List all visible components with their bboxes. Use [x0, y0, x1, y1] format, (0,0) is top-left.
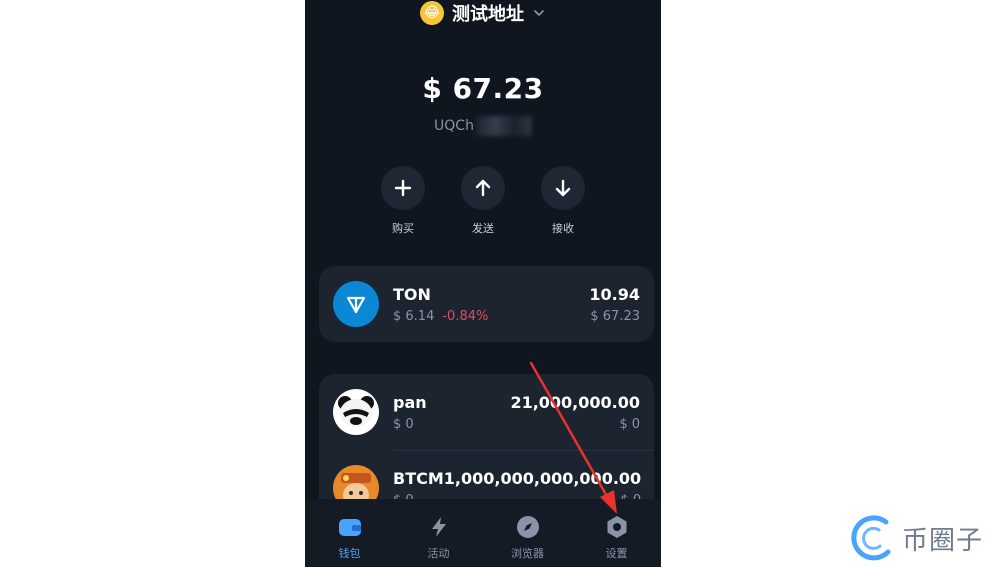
wallet-name: 测试地址: [452, 4, 524, 25]
laughing-emoji-icon: 😂: [420, 1, 444, 25]
tab-label: 钱包: [338, 547, 361, 560]
address-text: UQCh: [434, 118, 474, 134]
tab-browser[interactable]: 浏览器: [483, 499, 572, 567]
watermark: 币圈子: [848, 510, 993, 566]
asset-amount: 1,000,000,000,000.00: [443, 468, 642, 488]
arrow-up-icon: [475, 179, 491, 197]
tab-label: 活动: [427, 547, 450, 560]
receive-action: 接收: [541, 166, 585, 236]
total-balance: $ 67.23: [422, 72, 544, 105]
send-action: 发送: [461, 166, 505, 236]
receive-label: 接收: [552, 222, 574, 235]
ton-icon: [333, 281, 379, 327]
watermark-logo-icon: [851, 515, 891, 561]
plus-icon: [394, 179, 412, 197]
asset-value: $ 67.23: [590, 308, 640, 324]
buy-label: 购买: [392, 222, 414, 235]
lightning-icon: [431, 517, 446, 537]
address-redaction: [475, 116, 532, 136]
compass-icon: [516, 516, 539, 538]
asset-change: -0.84%: [442, 308, 489, 324]
buy-button[interactable]: [381, 166, 425, 210]
watermark-text: 币圈子: [902, 525, 984, 556]
tab-label: 设置: [605, 547, 628, 560]
asset-price: $ 0: [393, 416, 414, 432]
send-label: 发送: [472, 222, 494, 235]
asset-row-ton[interactable]: TON $ 6.14 -0.84% 10.94 $ 67.23: [319, 266, 654, 342]
asset-amount: 21,000,000.00: [510, 392, 640, 412]
panda-avatar: [333, 389, 379, 435]
tab-settings[interactable]: 设置: [572, 499, 661, 567]
tab-wallet[interactable]: 钱包: [305, 499, 394, 567]
chevron-down-icon: [534, 10, 544, 16]
action-buttons: 购买 发送 接收: [305, 166, 661, 236]
buy-action: 购买: [381, 166, 425, 236]
send-button[interactable]: [461, 166, 505, 210]
asset-value: $ 0: [619, 416, 640, 432]
bottom-tab-bar: 钱包 活动 浏览器 设置: [305, 499, 661, 567]
asset-name: TON: [393, 284, 431, 304]
tab-activity[interactable]: 活动: [394, 499, 483, 567]
wallet-screen: 😂 测试地址 $ 67.23 UQCh 购买 发送 接收 TON $ 6.14 …: [305, 0, 661, 567]
wallet-address[interactable]: UQCh: [305, 116, 661, 136]
receive-button[interactable]: [541, 166, 585, 210]
asset-price: $ 6.14: [393, 308, 435, 324]
gear-icon: [607, 516, 626, 538]
arrow-down-icon: [555, 179, 571, 197]
asset-name: pan: [393, 392, 427, 412]
tab-label: 浏览器: [511, 547, 544, 560]
asset-name: BTCM: [393, 468, 444, 488]
wallet-icon: [338, 519, 361, 536]
asset-amount: 10.94: [589, 284, 640, 304]
ton-card: TON $ 6.14 -0.84% 10.94 $ 67.23: [319, 266, 654, 342]
wallet-selector[interactable]: 😂 测试地址: [305, 0, 661, 26]
asset-row-pan[interactable]: pan $ 0 21,000,000.00 $ 0: [319, 374, 654, 450]
